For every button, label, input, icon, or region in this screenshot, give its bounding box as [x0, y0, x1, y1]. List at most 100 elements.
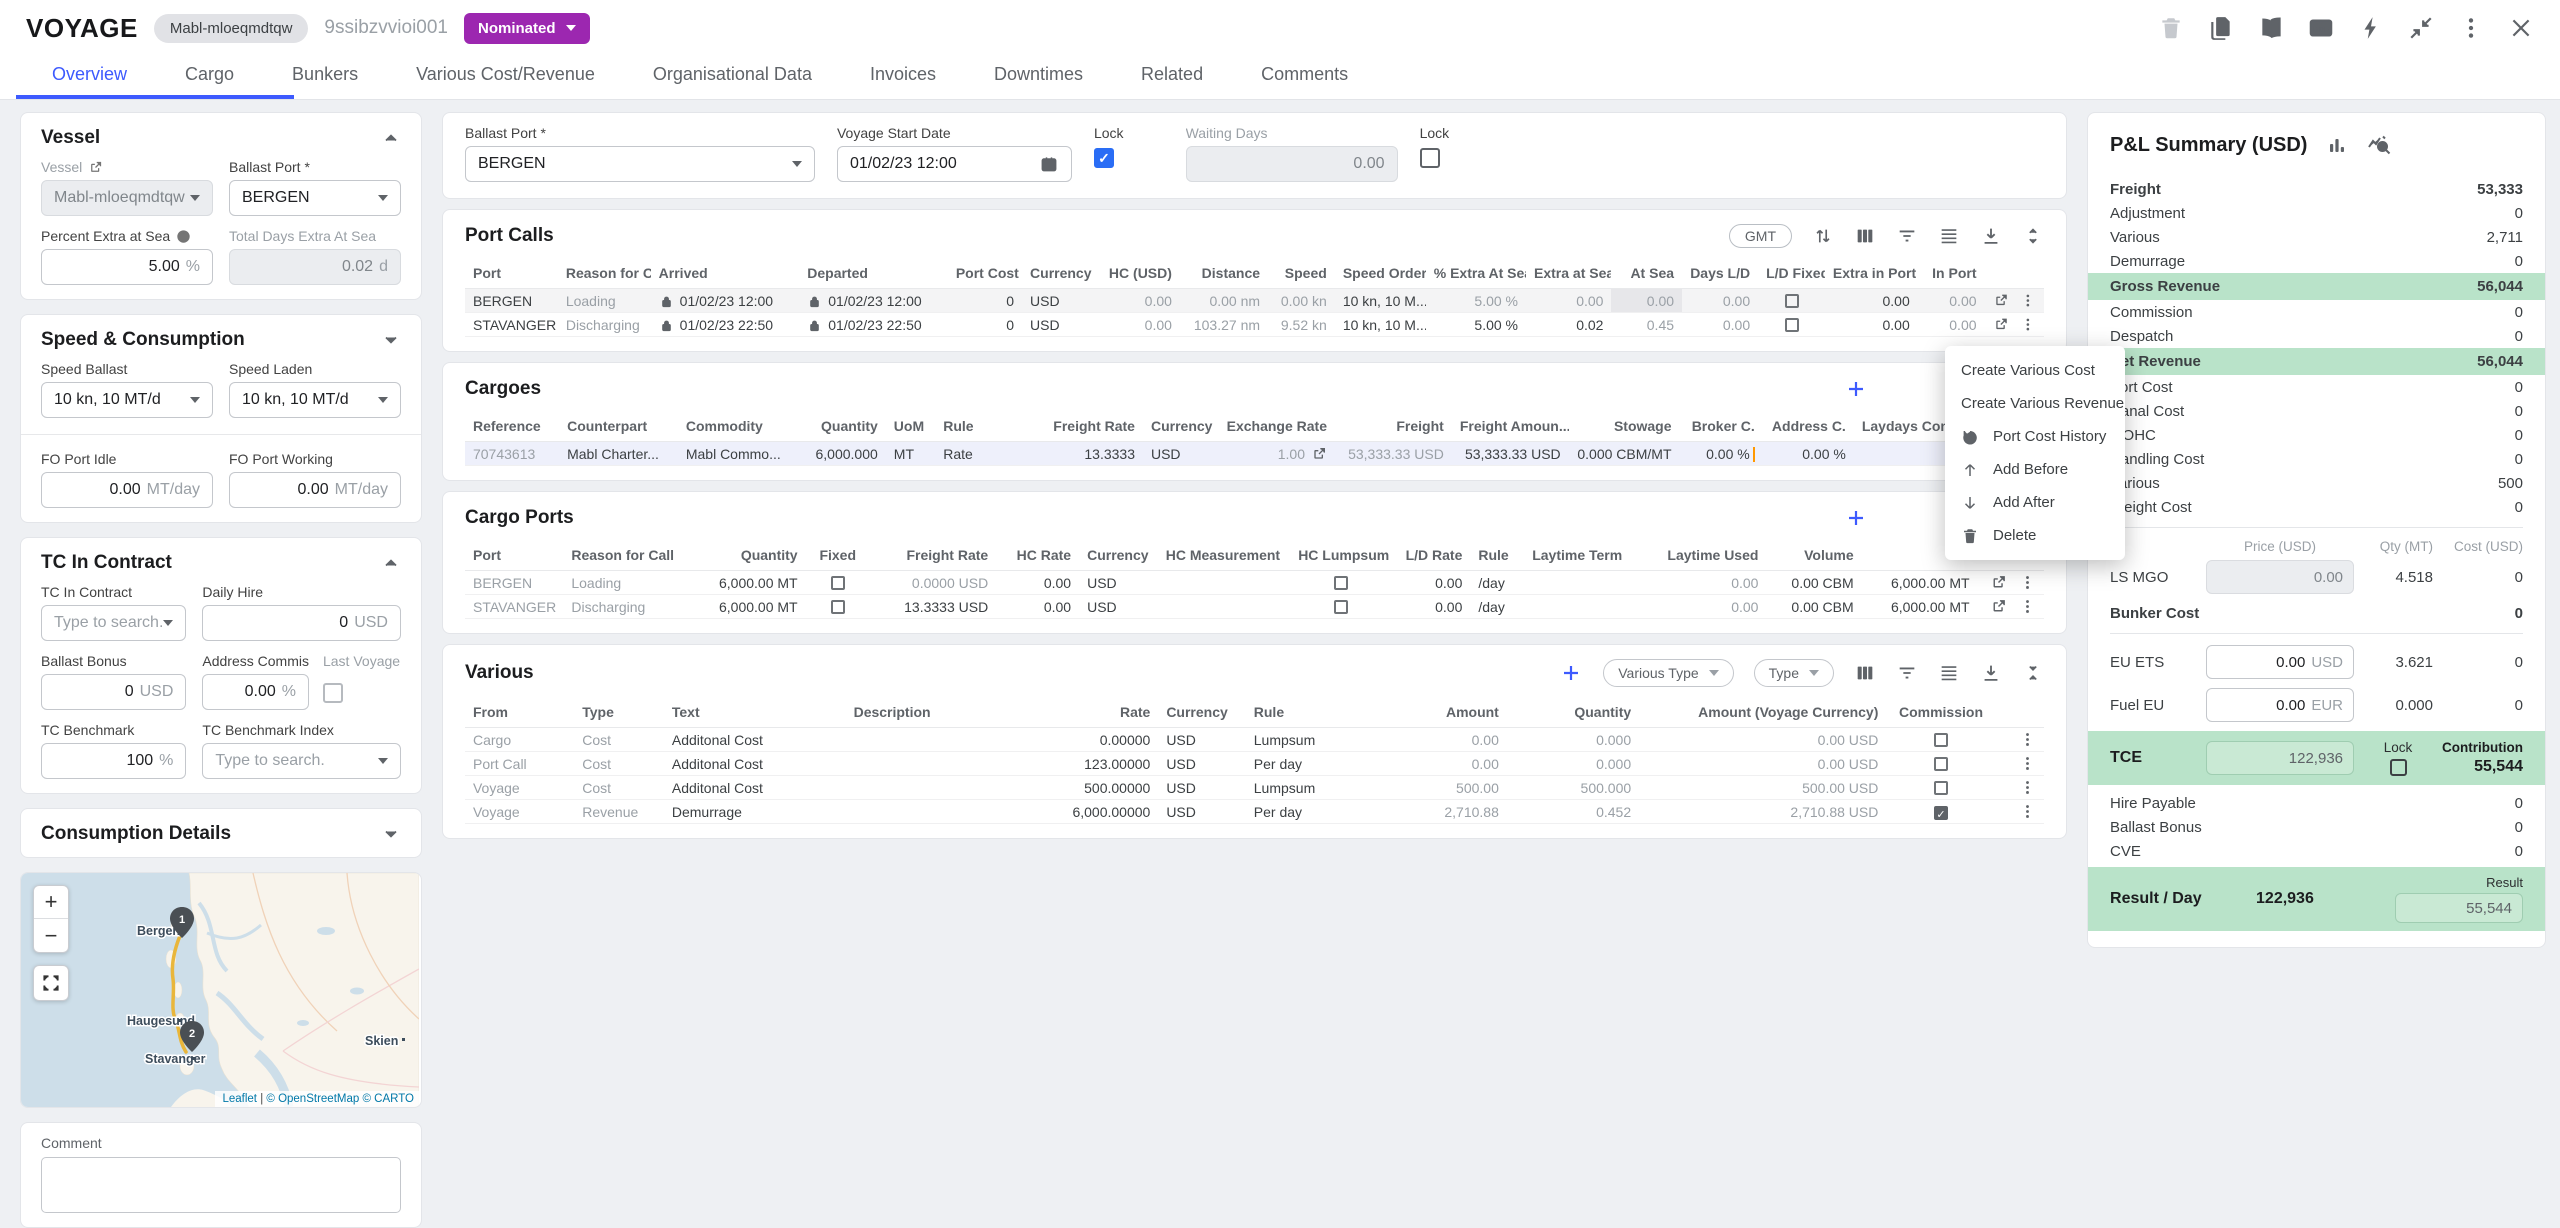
lock-icon[interactable]: [807, 294, 822, 309]
cell[interactable]: [1886, 728, 1995, 752]
cell[interactable]: 0.452: [1507, 800, 1639, 824]
cell[interactable]: [1524, 595, 1650, 619]
quick-actions-icon[interactable]: [2358, 15, 2384, 41]
column-header[interactable]: Days L/D: [1682, 258, 1758, 289]
cell[interactable]: Voyage: [465, 800, 574, 824]
cell[interactable]: 0.00: [1682, 289, 1758, 313]
collapse-section-icon[interactable]: [381, 553, 401, 573]
column-header[interactable]: Stowage: [1569, 411, 1680, 442]
row-menu-icon[interactable]: [2020, 292, 2036, 309]
cell[interactable]: 0.00: [1918, 289, 1985, 313]
chart-zoom-icon[interactable]: [2367, 133, 2391, 157]
column-header[interactable]: Laytime Term: [1524, 540, 1650, 571]
cell[interactable]: 103.27 nm: [1180, 313, 1268, 337]
column-header[interactable]: Departed: [799, 258, 948, 289]
cell[interactable]: 0.00: [1918, 313, 1985, 337]
cell[interactable]: MT: [886, 442, 935, 466]
tc-contract-select[interactable]: Type to search.: [41, 605, 186, 641]
cell[interactable]: Cargo: [465, 728, 574, 752]
last-voyage-checkbox[interactable]: [323, 683, 343, 703]
cell[interactable]: 5.00 %: [1426, 289, 1526, 313]
cell[interactable]: 2,710.88: [1375, 800, 1507, 824]
zoom-in-button[interactable]: +: [34, 886, 68, 919]
cell[interactable]: 123.00000: [1018, 752, 1158, 776]
column-header[interactable]: Currency: [1022, 258, 1094, 289]
waiting-days-lock-checkbox[interactable]: [1420, 148, 1440, 168]
leaflet-link[interactable]: Leaflet: [222, 1093, 257, 1105]
cell[interactable]: 10 kn, 10 M...: [1335, 313, 1426, 337]
comment-input[interactable]: [41, 1157, 401, 1213]
column-header[interactable]: UoM: [886, 411, 935, 442]
cell[interactable]: USD: [1143, 442, 1218, 466]
cell[interactable]: Additonal Cost: [664, 728, 846, 752]
cell[interactable]: Per day: [1246, 800, 1375, 824]
column-header[interactable]: L/D Fixed: [1758, 258, 1825, 289]
lock-icon[interactable]: [807, 318, 822, 333]
menu-item-add-after[interactable]: Add After: [1945, 486, 2125, 519]
cell-checkbox[interactable]: [1934, 757, 1948, 771]
cell[interactable]: 6,000.00000: [1018, 800, 1158, 824]
column-header[interactable]: Port: [465, 540, 563, 571]
cell[interactable]: Discharging: [563, 595, 689, 619]
tab-related[interactable]: Related: [1141, 64, 1203, 99]
row-menu-icon[interactable]: [2019, 779, 2036, 796]
cell[interactable]: Cost: [574, 752, 664, 776]
tce-input[interactable]: 122,936: [2206, 741, 2354, 775]
cell[interactable]: USD: [1079, 595, 1158, 619]
cell-checkbox[interactable]: ✓: [1934, 806, 1948, 820]
cell[interactable]: USD: [1158, 728, 1245, 752]
info-icon[interactable]: [176, 229, 191, 244]
cell[interactable]: 53,333.33 USD: [1452, 442, 1569, 466]
tab-various-cost-revenue[interactable]: Various Cost/Revenue: [416, 64, 595, 99]
table-row[interactable]: BERGENLoading6,000.00 MT0.0000 USD0.00US…: [465, 571, 2044, 595]
column-header[interactable]: Laytime Used: [1651, 540, 1767, 571]
start-date-lock-checkbox[interactable]: ✓: [1094, 148, 1114, 168]
cell[interactable]: [1524, 571, 1650, 595]
cell-checkbox[interactable]: [1334, 600, 1348, 614]
cell[interactable]: Per day: [1246, 752, 1375, 776]
tab-comments[interactable]: Comments: [1261, 64, 1348, 99]
cell[interactable]: Discharging: [558, 313, 651, 337]
more-menu-icon[interactable]: [2458, 15, 2484, 41]
column-header[interactable]: Type: [574, 697, 664, 728]
cell[interactable]: 6,000.000: [795, 442, 886, 466]
menu-item-delete[interactable]: Delete: [1945, 519, 2125, 552]
cell[interactable]: 6,000.00 MT: [1862, 595, 1978, 619]
cell[interactable]: Mabl Commo...: [678, 442, 795, 466]
column-header[interactable]: Reason for C...: [558, 258, 651, 289]
cell[interactable]: 9.52 kn: [1268, 313, 1335, 337]
tc-benchmark-input[interactable]: 100%: [41, 743, 186, 779]
cell[interactable]: 0.00 USD: [1639, 728, 1886, 752]
column-header[interactable]: HC Rate: [996, 540, 1079, 571]
table-row[interactable]: 70743613Mabl Charter...Mabl Commo...6,00…: [465, 442, 2044, 466]
cell[interactable]: 01/02/23 22:50: [799, 313, 948, 337]
cell[interactable]: 0.00: [1682, 313, 1758, 337]
column-header[interactable]: Speed: [1268, 258, 1335, 289]
cell[interactable]: 0.45: [1611, 313, 1682, 337]
filter-icon[interactable]: [1896, 662, 1918, 684]
cell[interactable]: [1978, 595, 2044, 619]
speed-ballast-select[interactable]: 10 kn, 10 MT/d: [41, 382, 213, 418]
cell-checkbox[interactable]: [831, 576, 845, 590]
column-header[interactable]: Volume: [1766, 540, 1861, 571]
cell[interactable]: Cost: [574, 728, 664, 752]
column-header[interactable]: Counterpart: [559, 411, 678, 442]
cell[interactable]: Additonal Cost: [664, 752, 846, 776]
voyage-start-date-input[interactable]: 01/02/23 12:00: [837, 146, 1072, 182]
ballast-port-select[interactable]: BERGEN: [465, 146, 815, 182]
close-icon[interactable]: [2508, 15, 2534, 41]
fullscreen-button[interactable]: [33, 965, 69, 1001]
cell-checkbox[interactable]: [1934, 781, 1948, 795]
column-header[interactable]: Rule: [935, 411, 1042, 442]
cell[interactable]: 0.00: [996, 595, 1079, 619]
cell[interactable]: 0.00: [1611, 289, 1682, 313]
cell[interactable]: Rate: [935, 442, 1042, 466]
cell[interactable]: 0.0000 USD: [870, 571, 996, 595]
cell[interactable]: [1290, 571, 1392, 595]
cell[interactable]: 500.00: [1375, 776, 1507, 800]
lock-icon[interactable]: [659, 294, 674, 309]
column-header[interactable]: HC (USD): [1095, 258, 1180, 289]
cell[interactable]: /day: [1470, 571, 1524, 595]
cell[interactable]: 13.3333: [1042, 442, 1143, 466]
cell[interactable]: 0.00 CBM: [1766, 595, 1861, 619]
